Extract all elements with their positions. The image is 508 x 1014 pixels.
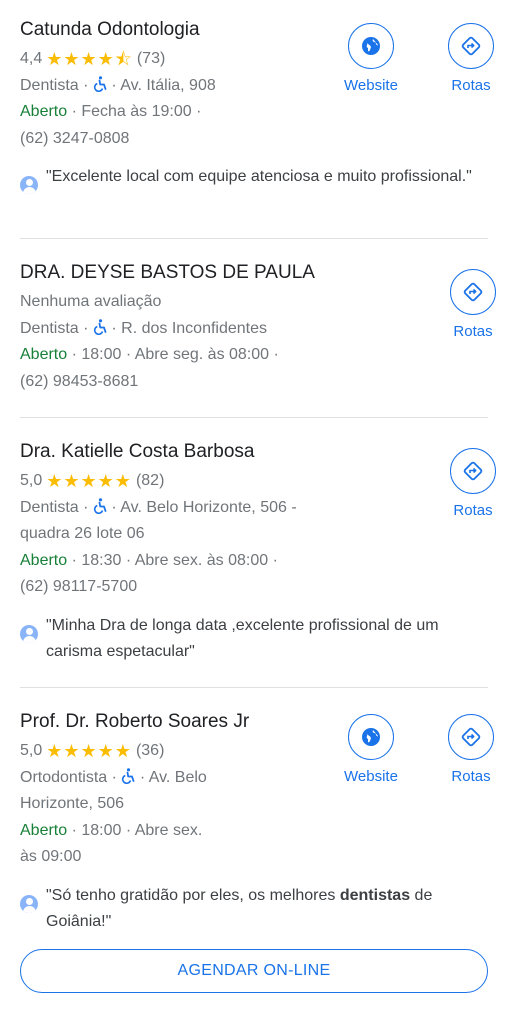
directions-icon (448, 714, 494, 760)
star-rating-icon: ★★★★★ (46, 471, 132, 491)
globe-icon (348, 23, 394, 69)
routes-label: Rotas (451, 77, 491, 94)
wheelchair-accessible-icon (93, 319, 107, 335)
review-text: "Minha Dra de longa data ,excelente prof… (46, 616, 439, 661)
routes-label: Rotas (453, 323, 493, 340)
listing-actions: Website Rotas (336, 23, 506, 94)
hours: 18:00 · Abre sex. (81, 821, 203, 839)
globe-icon (348, 714, 394, 760)
review-count[interactable]: (82) (136, 468, 164, 495)
routes-button[interactable]: Rotas (438, 269, 508, 340)
address-continued: quadra 26 lote 06 (20, 525, 145, 542)
wheelchair-accessible-icon (121, 768, 135, 784)
routes-button[interactable]: Rotas (438, 448, 508, 519)
phone[interactable]: (62) 3247-0808 (20, 126, 488, 153)
address-continued: Horizonte, 506 (20, 795, 125, 812)
address: Av. Itália, 908 (120, 76, 216, 94)
review-snippet: "Excelente local com equipe atenciosa e … (20, 164, 488, 194)
wheelchair-accessible-icon (93, 76, 107, 92)
listing-card[interactable]: Dra. Katielle Costa Barbosa 5,0 ★★★★★ (8… (20, 418, 496, 688)
hours: 18:30 · Abre sex. às 08:00 (81, 551, 269, 569)
website-label: Website (344, 768, 398, 785)
hours-row: Aberto · 18:00 · Abre sex. (20, 821, 203, 839)
review-snippet: "Só tenho gratidão por eles, os melhores… (20, 883, 488, 936)
rating-row: 5,0 ★★★★★ (82) (20, 468, 488, 495)
reviewer-avatar-icon (20, 624, 38, 643)
no-reviews: Nenhuma avaliação (20, 293, 162, 310)
hours-continued: às 09:00 (20, 848, 82, 865)
phone[interactable]: (62) 98453-8681 (20, 369, 488, 396)
hours: Fecha às 19:00 (81, 103, 192, 120)
directions-icon (450, 269, 496, 315)
listing-actions: Website Rotas (336, 714, 506, 785)
website-label: Website (344, 77, 398, 94)
address: Av. Belo Horizonte, 506 - (120, 498, 297, 516)
listing-title[interactable]: Dra. Katielle Costa Barbosa (20, 440, 488, 464)
hours: 18:00 · Abre seg. às 08:00 (81, 346, 270, 363)
listing-title[interactable]: DRA. DEYSE BASTOS DE PAULA (20, 261, 488, 285)
book-online-button[interactable]: AGENDAR ON-LINE (20, 949, 488, 993)
open-status: Aberto (20, 821, 68, 839)
listing-card[interactable]: Catunda Odontologia 4,4 ★★★★⯪ (73) Denti… (20, 0, 494, 239)
star-rating-icon: ★★★★★ (46, 741, 132, 761)
open-status: Aberto (20, 551, 68, 569)
directions-icon (450, 448, 496, 494)
listing-actions: Rotas (438, 269, 508, 340)
review-snippet: "Minha Dra de longa data ,excelente prof… (20, 613, 488, 666)
routes-button[interactable]: Rotas (436, 714, 506, 785)
category: Dentista (20, 498, 79, 516)
routes-label: Rotas (451, 768, 491, 785)
hours-row: Aberto · 18:00 · Abre seg. às 08:00 · (20, 346, 279, 363)
category-address: Dentista · · Av. Belo Horizonte, 506 - (20, 498, 297, 516)
review-text: "Só tenho gratidão por eles, os melhores… (46, 883, 488, 936)
routes-button[interactable]: Rotas (436, 23, 506, 94)
wheelchair-accessible-icon (93, 498, 107, 514)
listing-card[interactable]: DRA. DEYSE BASTOS DE PAULA Nenhuma avali… (20, 239, 496, 418)
review-text-start: "Só tenho gratidão por eles, os melhores (46, 886, 340, 904)
listing-card[interactable]: Prof. Dr. Roberto Soares Jr 5,0 ★★★★★ (3… (20, 688, 494, 940)
hours-row: Aberto · Fecha às 19:00 · (20, 103, 202, 120)
review-text: "Excelente local com equipe atenciosa e … (46, 168, 472, 185)
address: R. dos Inconfidentes (121, 319, 268, 337)
website-button[interactable]: Website (336, 23, 406, 94)
rating-value: 4,4 (20, 50, 43, 67)
rating-value: 5,0 (20, 472, 43, 489)
review-keyword: dentistas (339, 886, 411, 904)
routes-label: Rotas (453, 502, 493, 519)
phone[interactable]: (62) 98117-5700 (20, 574, 488, 601)
category: Dentista (20, 76, 79, 94)
listing-actions: Rotas (438, 448, 508, 519)
category: Dentista (20, 319, 79, 337)
category-address: Dentista · · R. dos Inconfidentes (20, 319, 268, 337)
open-status: Aberto (20, 346, 68, 363)
address: Av. Belo (148, 768, 207, 786)
open-status: Aberto (20, 103, 68, 120)
reviewer-avatar-icon (20, 176, 38, 194)
category: Ortodontista (20, 768, 108, 786)
website-button[interactable]: Website (336, 714, 406, 785)
review-count[interactable]: (36) (136, 738, 164, 765)
directions-icon (448, 23, 494, 69)
star-rating-icon: ★★★★⯪ (46, 49, 133, 69)
rating-value: 5,0 (20, 742, 43, 759)
reviewer-avatar-icon (20, 894, 38, 913)
review-count[interactable]: (73) (137, 46, 165, 73)
hours-row: Aberto · 18:30 · Abre sex. às 08:00 · (20, 551, 278, 569)
